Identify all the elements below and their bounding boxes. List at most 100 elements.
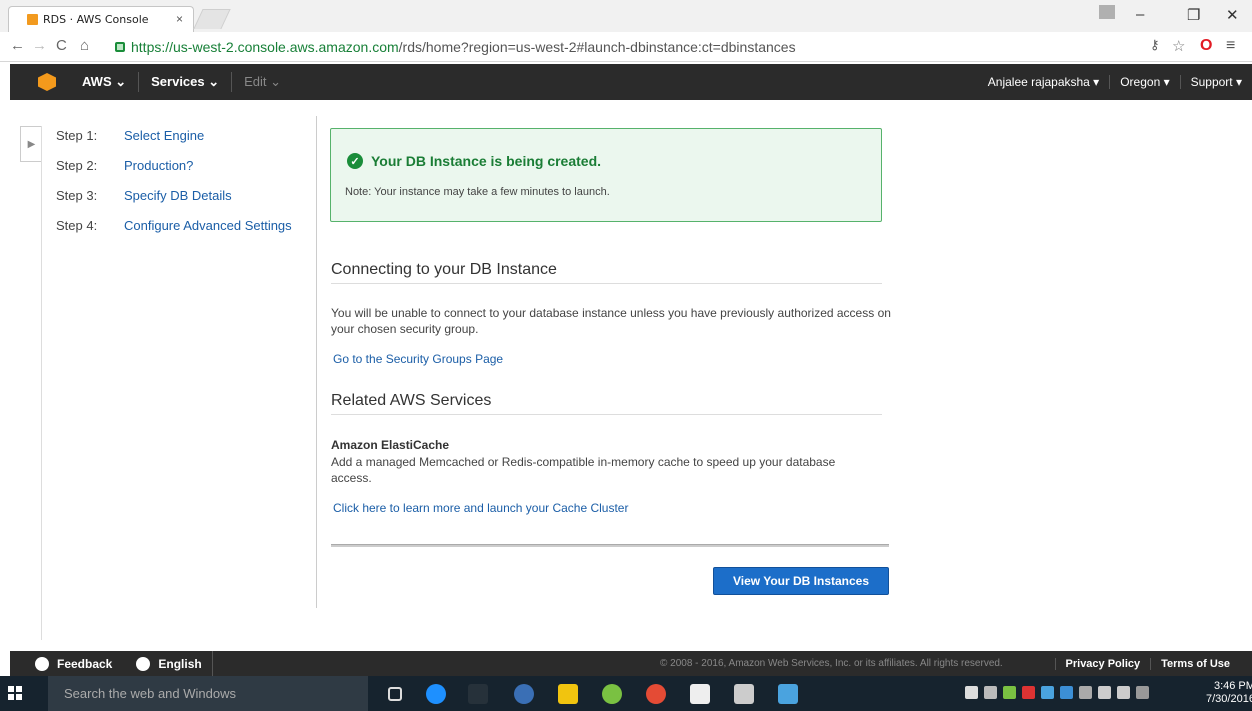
- success-alert: ✓ Your DB Instance is being created. Not…: [330, 128, 882, 222]
- language-button[interactable]: English: [136, 656, 202, 671]
- elasticache-text: Add a managed Memcached or Redis-compati…: [331, 455, 836, 485]
- clock-date: 7/30/2016: [1206, 693, 1252, 705]
- feedback-label: Feedback: [57, 656, 113, 671]
- tray-network-app-icon[interactable]: [1041, 686, 1054, 699]
- sidebar-border: [41, 126, 42, 640]
- step-number: Step 3:: [56, 188, 98, 203]
- user-menu[interactable]: Anjalee rajapaksha ▾: [978, 75, 1109, 89]
- home-icon[interactable]: ⌂: [80, 37, 89, 54]
- connecting-heading: Connecting to your DB Instance: [331, 261, 557, 278]
- aws-favicon-icon: [27, 14, 38, 25]
- tray-utorrent-icon[interactable]: [1003, 686, 1016, 699]
- step-link-select-engine[interactable]: Select Engine: [124, 128, 204, 158]
- nav-right-group: Anjalee rajapaksha ▾ Oregon ▾ Support ▾: [978, 64, 1252, 100]
- wifi-icon[interactable]: [1098, 686, 1111, 699]
- tray-app-icon[interactable]: [984, 686, 997, 699]
- chrome-icon[interactable]: [646, 684, 666, 704]
- success-title-row: ✓ Your DB Instance is being created.: [347, 153, 601, 169]
- movie-maker-icon[interactable]: [734, 684, 754, 704]
- address-bar[interactable]: https://us-west-2.console.aws.amazon.com…: [115, 36, 1205, 58]
- task-view-icon[interactable]: [388, 687, 402, 701]
- action-center-icon[interactable]: [1136, 686, 1149, 699]
- tray-device-icon[interactable]: [1060, 686, 1073, 699]
- services-menu[interactable]: Services ⌄: [151, 74, 219, 90]
- taskbar-clock[interactable]: 3:46 PM 7/30/2016: [1206, 680, 1252, 706]
- region-menu[interactable]: Oregon ▾: [1109, 75, 1179, 89]
- wizard-steps: Step 1: Select Engine Step 2: Production…: [56, 128, 292, 248]
- tab-title: RDS · AWS Console: [43, 13, 149, 26]
- elasticache-title: Amazon ElastiCache: [331, 438, 450, 452]
- column-divider: [316, 116, 317, 608]
- reload-icon[interactable]: C: [56, 37, 67, 54]
- wizard-step: Step 2: Production?: [56, 158, 292, 188]
- user-profile-icon[interactable]: [1099, 5, 1115, 19]
- edge-browser-icon[interactable]: [426, 684, 446, 704]
- sidebar-expand-icon[interactable]: ▶: [20, 126, 42, 162]
- wizard-step: Step 4: Configure Advanced Settings: [56, 218, 292, 248]
- step-number: Step 1:: [56, 128, 98, 143]
- forward-icon[interactable]: →: [32, 37, 47, 54]
- aws-footer: Feedback English © 2008 - 2016, Amazon W…: [10, 651, 1252, 676]
- paint-icon[interactable]: [778, 684, 798, 704]
- clock-time: 3:46 PM: [1213, 680, 1252, 692]
- lock-icon: [115, 42, 125, 52]
- tab-close-icon[interactable]: ×: [176, 12, 183, 26]
- opera-extension-icon[interactable]: O: [1200, 37, 1212, 55]
- aws-menu[interactable]: AWS ⌄: [82, 74, 126, 90]
- footer-divider: [211, 651, 213, 676]
- success-note: Note: Your instance may take a few minut…: [345, 186, 610, 198]
- cache-cluster-link[interactable]: Click here to learn more and launch your…: [333, 501, 628, 515]
- window-close-icon[interactable]: ✕: [1226, 6, 1239, 24]
- taskbar-search-input[interactable]: Search the web and Windows: [48, 676, 368, 711]
- url-path: /rds/home?region=us-west-2#launch-dbinst…: [398, 39, 796, 55]
- utorrent-icon[interactable]: [602, 684, 622, 704]
- edit-menu[interactable]: Edit ⌄: [244, 74, 281, 90]
- wizard-step: Step 3: Specify DB Details: [56, 188, 292, 218]
- browser-tab[interactable]: RDS · AWS Console ×: [8, 6, 194, 32]
- windows-taskbar: Search the web and Windows 3:46 PM 7/30/…: [0, 676, 1252, 711]
- privacy-policy-link[interactable]: Privacy Policy: [1054, 657, 1151, 670]
- section-divider: [331, 414, 882, 415]
- restore-icon[interactable]: ❐: [1187, 6, 1200, 24]
- tray-pdf-icon[interactable]: [1022, 686, 1035, 699]
- system-tray: [965, 686, 1149, 699]
- battery-icon[interactable]: [1079, 686, 1092, 699]
- check-circle-icon: ✓: [347, 153, 363, 169]
- password-key-icon[interactable]: ⚷: [1150, 37, 1160, 53]
- windows-start-icon[interactable]: [8, 686, 22, 700]
- connecting-text: You will be unable to connect to your da…: [331, 306, 891, 336]
- step-number: Step 2:: [56, 158, 98, 173]
- back-icon[interactable]: ←: [10, 37, 25, 54]
- browser-tabstrip: RDS · AWS Console × – ❐ ✕: [0, 0, 1252, 32]
- bookmark-star-icon[interactable]: ☆: [1172, 37, 1185, 55]
- success-title: Your DB Instance is being created.: [371, 153, 602, 169]
- minimize-icon[interactable]: –: [1136, 6, 1144, 23]
- feedback-button[interactable]: Feedback: [35, 656, 113, 671]
- file-explorer-icon[interactable]: [558, 684, 578, 704]
- aws-top-nav: AWS ⌄ Services ⌄ Edit ⌄ Anjalee rajapaks…: [10, 64, 1252, 100]
- step-link-production[interactable]: Production?: [124, 158, 193, 188]
- actions-divider: [331, 544, 889, 547]
- nav-divider: [231, 72, 233, 92]
- security-groups-link[interactable]: Go to the Security Groups Page: [333, 352, 503, 366]
- new-tab-button[interactable]: [193, 9, 231, 29]
- terms-of-use-link[interactable]: Terms of Use: [1150, 657, 1240, 670]
- photos-icon[interactable]: [690, 684, 710, 704]
- aws-cube-logo-icon[interactable]: [38, 73, 56, 91]
- feedback-bubble-icon: [35, 656, 49, 671]
- app-icon[interactable]: [468, 684, 488, 704]
- step-link-db-details[interactable]: Specify DB Details: [124, 188, 232, 218]
- step-link-advanced-settings[interactable]: Configure Advanced Settings: [124, 218, 292, 248]
- eclipse-icon[interactable]: [514, 684, 534, 704]
- wizard-step: Step 1: Select Engine: [56, 128, 292, 158]
- copyright-text: © 2008 - 2016, Amazon Web Services, Inc.…: [660, 658, 1003, 669]
- volume-icon[interactable]: [1117, 686, 1130, 699]
- browser-menu-icon[interactable]: ≡: [1226, 37, 1235, 55]
- step-number: Step 4:: [56, 218, 98, 233]
- globe-icon: [136, 656, 151, 671]
- url-host: https://us-west-2.console.aws.amazon.com: [131, 39, 399, 55]
- onedrive-icon[interactable]: [965, 686, 978, 699]
- view-db-instances-button[interactable]: View Your DB Instances: [713, 567, 889, 595]
- support-menu[interactable]: Support ▾: [1179, 75, 1252, 89]
- browser-toolbar: ← → C ⌂ https://us-west-2.console.aws.am…: [0, 32, 1252, 62]
